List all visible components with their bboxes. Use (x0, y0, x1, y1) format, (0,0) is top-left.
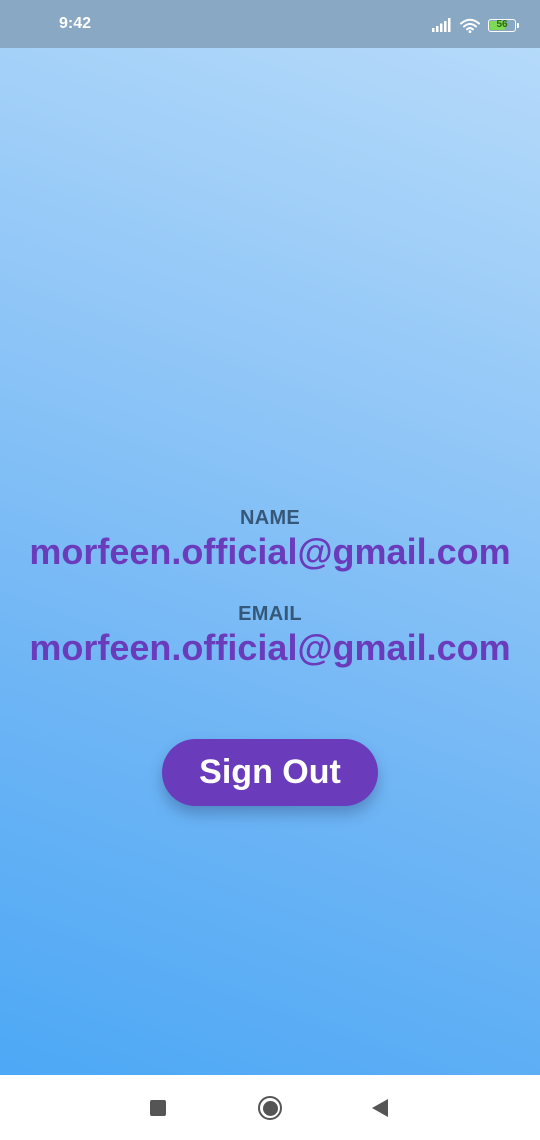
sign-out-button[interactable]: Sign Out (162, 739, 378, 806)
name-label: NAME (239, 507, 301, 529)
status-icons: 56 (432, 14, 519, 36)
email-label: EMAIL (238, 603, 302, 625)
home-icon-inner (262, 1100, 278, 1116)
recents-icon[interactable] (150, 1100, 166, 1116)
back-icon[interactable] (372, 1099, 388, 1117)
status-bar: 9:42 56 (0, 0, 540, 48)
battery-level: 56 (496, 19, 508, 30)
wifi-icon (460, 18, 480, 33)
email-value: morfeen.official@gmail.com (29, 627, 511, 668)
home-icon[interactable] (258, 1096, 282, 1120)
battery-icon: 56 (488, 18, 519, 32)
navigation-bar (0, 1075, 540, 1140)
signal-icon (432, 18, 451, 32)
name-value: morfeen.official@gmail.com (29, 531, 511, 572)
app-screen: 9:42 56 NAME morfeen.official@gmail.com … (0, 0, 540, 1140)
status-time: 9:42 (59, 15, 92, 32)
profile-section: NAME morfeen.official@gmail.com EMAIL mo… (0, 505, 540, 669)
